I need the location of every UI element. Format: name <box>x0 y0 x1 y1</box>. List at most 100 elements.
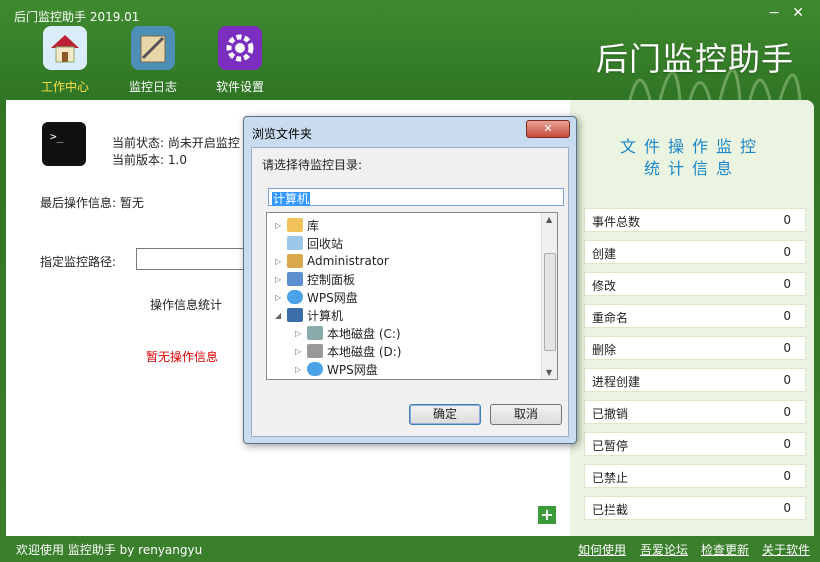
user-folder-icon <box>287 254 303 268</box>
check-update-link[interactable]: 检查更新 <box>701 541 749 558</box>
stat-label: 事件总数 <box>592 215 641 229</box>
tree-item-label: 控制面板 <box>307 272 356 287</box>
stat-label: 进程创建 <box>592 375 641 389</box>
tree-item[interactable]: ▷ WPS网盘 <box>295 360 378 378</box>
stats-empty-text: 暂无操作信息 <box>146 350 219 364</box>
help-link[interactable]: 如何使用 <box>578 541 626 558</box>
last-op-row: 最后操作信息: 暂无 <box>40 194 144 211</box>
about-link[interactable]: 关于软件 <box>762 541 810 558</box>
expand-arrow-icon[interactable]: ▷ <box>275 257 285 266</box>
tree-item[interactable]: ▷ 库 <box>275 216 319 234</box>
scroll-up-icon[interactable]: ▲ <box>546 215 552 224</box>
collapse-arrow-icon[interactable]: ◢ <box>275 311 285 320</box>
tree-item-label: 回收站 <box>307 236 344 251</box>
windows-drive-icon <box>307 326 323 340</box>
cloud-icon <box>287 290 303 304</box>
welcome-text: 欢迎使用 监控助手 by renyangyu <box>16 543 203 557</box>
computer-icon <box>287 308 303 322</box>
scroll-thumb[interactable] <box>544 253 556 351</box>
nav-label: 监控日志 <box>128 80 177 94</box>
library-icon <box>287 218 303 232</box>
stat-row: 修改 0 <box>584 272 806 296</box>
stats-title-line2: 统计信息 <box>643 159 740 178</box>
main-window: 后门监控助手 2019.01 − ✕ 后门监控助手 工作中心 监控日志 软件设置 <box>0 0 820 562</box>
expand-arrow-icon[interactable]: ▷ <box>275 275 285 284</box>
stat-row: 进程创建 0 <box>584 368 806 392</box>
tree-item-label: 计算机 <box>307 308 344 323</box>
tree-item[interactable]: ▷ Administrator <box>275 252 389 270</box>
nav-work-center[interactable]: 工作中心 <box>30 26 100 95</box>
stat-value: 0 <box>783 501 791 515</box>
stat-label: 重命名 <box>592 311 629 325</box>
stat-value: 0 <box>783 309 791 323</box>
ok-button[interactable]: 确定 <box>409 404 481 425</box>
expand-arrow-icon[interactable]: ▷ <box>275 221 285 230</box>
folder-tree[interactable]: ▷ 库 回收站 ▷ Administrator ▷ 控制面板 ▷ WPS网盘 ◢ 计算机 … <box>266 212 558 380</box>
stat-label: 已禁止 <box>592 471 629 485</box>
stat-row: 已撤销 0 <box>584 400 806 424</box>
tree-scrollbar[interactable]: ▲ ▼ <box>541 213 557 379</box>
selected-folder-field[interactable]: 计算机 <box>268 188 564 206</box>
stat-label: 已暂停 <box>592 439 629 453</box>
stat-value: 0 <box>783 277 791 291</box>
scroll-down-icon[interactable]: ▼ <box>546 368 552 377</box>
stat-value: 0 <box>783 405 791 419</box>
title-bar: 后门监控助手 2019.01 − ✕ <box>0 0 820 28</box>
stat-row: 事件总数 0 <box>584 208 806 232</box>
expand-arrow-icon[interactable]: ▷ <box>295 329 305 338</box>
stat-value: 0 <box>783 373 791 387</box>
version-row: 当前版本: 1.0 <box>112 151 187 168</box>
stat-row: 创建 0 <box>584 240 806 264</box>
tree-item[interactable]: 回收站 <box>275 234 343 252</box>
version-value: 1.0 <box>167 153 187 167</box>
stat-value: 0 <box>783 341 791 355</box>
stats-sidebar: 文件操作监控 统计信息 事件总数 0 创建 0 修改 0 重命名 0 删除 0 进程创建 0… <box>570 100 814 536</box>
stats-sidebar-title: 文件操作监控 统计信息 <box>570 136 814 180</box>
status-bar: 欢迎使用 监控助手 by renyangyu 如何使用 吾爱论坛 检查更新 关于… <box>0 536 820 562</box>
terminal-icon: >_ <box>42 122 86 166</box>
forum-link[interactable]: 吾爱论坛 <box>640 541 688 558</box>
drive-icon <box>307 344 323 358</box>
control-panel-icon <box>287 272 303 286</box>
expand-arrow-icon[interactable]: ▷ <box>275 293 285 302</box>
stat-row: 重命名 0 <box>584 304 806 328</box>
nav-monitor-log[interactable]: 监控日志 <box>118 26 188 95</box>
nav-settings[interactable]: 软件设置 <box>205 26 275 95</box>
tree-item-label: 本地磁盘 (C:) <box>327 326 401 341</box>
tree-item-label: 本地磁盘 (D:) <box>327 344 402 359</box>
tree-item[interactable]: ▷ 本地磁盘 (D:) <box>295 342 401 360</box>
stat-label: 修改 <box>592 279 617 293</box>
cloud-icon <box>307 362 323 376</box>
path-label: 指定监控路径: <box>40 255 117 269</box>
window-title: 后门监控助手 2019.01 <box>14 10 140 24</box>
tree-item-label: 库 <box>307 218 320 233</box>
stat-value: 0 <box>783 469 791 483</box>
state-row: 当前状态: 尚未开启监控 <box>112 134 240 151</box>
stat-value: 0 <box>783 245 791 259</box>
stat-label: 创建 <box>592 247 617 261</box>
recycle-bin-icon <box>287 236 303 250</box>
stat-label: 删除 <box>592 343 617 357</box>
selected-folder-text: 计算机 <box>272 192 311 206</box>
tree-item-label: Administrator <box>307 254 389 268</box>
state-label: 当前状态: <box>112 136 165 150</box>
tree-item[interactable]: ▷ 控制面板 <box>275 270 355 288</box>
notebook-icon <box>131 26 175 70</box>
dialog-close-button[interactable]: ✕ <box>526 120 570 138</box>
stat-label: 已撤销 <box>592 407 629 421</box>
expand-arrow-icon[interactable]: ▷ <box>295 347 305 356</box>
last-op-value: 暂无 <box>119 196 144 210</box>
expand-arrow-icon[interactable]: ▷ <box>295 365 305 374</box>
last-op-label: 最后操作信息: <box>40 196 117 210</box>
nav-label: 软件设置 <box>215 80 264 94</box>
tree-item[interactable]: ◢ 计算机 <box>275 306 343 324</box>
dialog-body: 请选择待监控目录: 计算机 ▷ 库 回收站 ▷ Administrator ▷ 控制面… <box>251 147 569 437</box>
cancel-button[interactable]: 取消 <box>490 404 562 425</box>
tree-item[interactable]: ▷ 本地磁盘 (C:) <box>295 324 401 342</box>
add-icon[interactable]: + <box>538 506 556 524</box>
minimize-button[interactable]: − <box>768 6 780 20</box>
stat-row: 已暂停 0 <box>584 432 806 456</box>
tree-item[interactable]: ▷ WPS网盘 <box>275 288 358 306</box>
close-button[interactable]: ✕ <box>792 6 804 20</box>
stat-value: 0 <box>783 437 791 451</box>
